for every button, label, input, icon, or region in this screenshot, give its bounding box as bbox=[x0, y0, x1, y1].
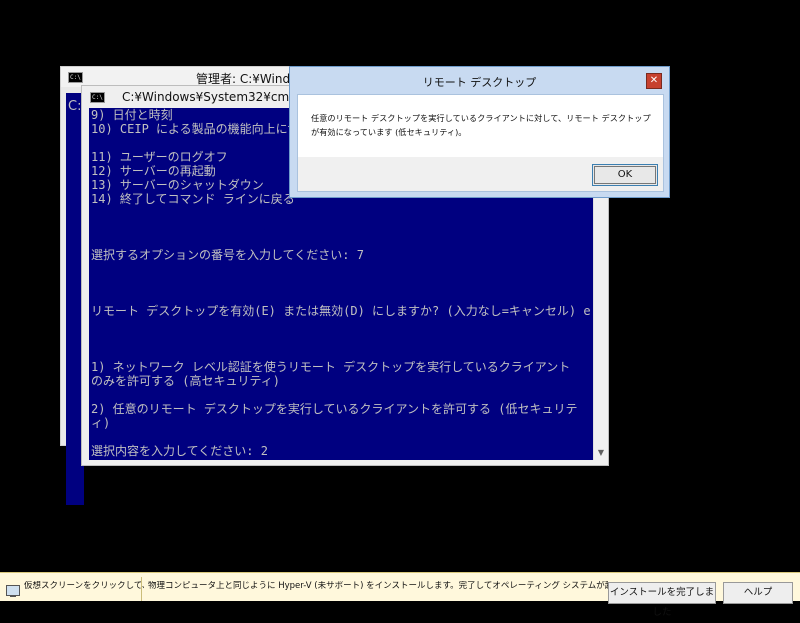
dialog-title: リモート デスクトップ bbox=[422, 76, 537, 89]
dialog-message-area: 任意のリモート デスクトップを実行しているクライアントに対して、リモート デスク… bbox=[298, 95, 663, 157]
dialog-message: 任意のリモート デスクトップを実行しているクライアントに対して、リモート デスク… bbox=[311, 113, 651, 137]
dialog-body: 任意のリモート デスクトップを実行しているクライアントに対して、リモート デスク… bbox=[297, 94, 664, 192]
cmd-icon: C:\ bbox=[68, 72, 83, 83]
click-screen-hint: 仮想スクリーンをクリックして、キーストロークを送信します bbox=[24, 581, 144, 591]
cmd-icon: C:\ bbox=[90, 92, 105, 103]
install-instructions: 物理コンピュータ上と同じように Hyper-V (未サポート) をインストールし… bbox=[148, 581, 608, 591]
chevron-down-icon[interactable]: ▼ bbox=[596, 448, 606, 458]
help-button[interactable]: ヘルプ bbox=[723, 582, 793, 604]
cmd-title: C:¥Windows¥System32¥cmd bbox=[122, 90, 297, 104]
monitor-icon bbox=[6, 585, 20, 597]
ok-button[interactable]: OK bbox=[592, 164, 658, 186]
close-icon[interactable]: ✕ bbox=[646, 73, 662, 89]
divider bbox=[141, 577, 142, 601]
remote-desktop-dialog[interactable]: リモート デスクトップ ✕ 任意のリモート デスクトップを実行しているクライアン… bbox=[289, 66, 670, 198]
finish-install-button[interactable]: インストールを完了しました bbox=[608, 582, 716, 618]
install-notification-bar: 仮想スクリーンをクリックして、キーストロークを送信します 物理コンピュータ上と同… bbox=[0, 572, 800, 618]
admin-cmd-console-text: C: bbox=[68, 99, 82, 114]
